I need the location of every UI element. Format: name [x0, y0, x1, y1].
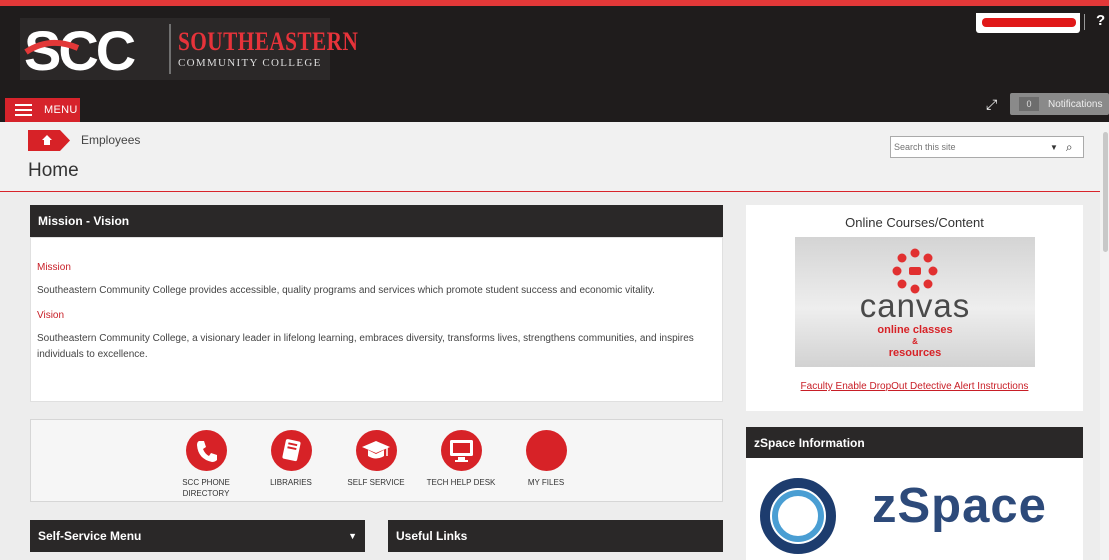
canvas-wordmark: canvas [859, 287, 971, 324]
canvas-tagline-1: online classes [877, 324, 953, 336]
book-icon [270, 430, 312, 471]
help-button[interactable]: ? [1096, 12, 1105, 29]
top-accent-line [0, 0, 1109, 6]
quick-link-tech-help-desk[interactable]: TECH HELP DESK [426, 430, 496, 488]
quick-link-label: SELF SERVICE [347, 478, 405, 487]
notifications-count: 0 [1019, 97, 1039, 111]
quick-link-label: SCC PHONE DIRECTORY [182, 478, 230, 498]
zspace-logo[interactable]: zSpace [756, 468, 1046, 560]
quick-link-phone-directory[interactable]: SCC PHONE DIRECTORY [171, 430, 241, 499]
quick-link-my-files[interactable]: MY FILES [511, 430, 581, 488]
hamburger-icon [15, 104, 32, 116]
scc-logo-mark: SCC [24, 19, 171, 80]
canvas-image[interactable]: canvas online classes & resources [795, 237, 1035, 367]
zspace-panel-header: zSpace Information [746, 427, 1083, 458]
expand-icon[interactable]: ⤢ [986, 96, 997, 113]
logo-letters: SCC [24, 19, 135, 80]
home-icon[interactable] [28, 130, 70, 151]
mission-heading: Mission [37, 262, 71, 273]
graduation-cap-icon [355, 430, 397, 471]
menu-button[interactable]: MENU [5, 98, 80, 122]
online-courses-title: Online Courses/Content [845, 215, 984, 230]
useful-links-title: Useful Links [396, 529, 468, 543]
search-input[interactable] [894, 142, 1044, 152]
quick-link-libraries[interactable]: LIBRARIES [256, 430, 326, 488]
phone-icon [185, 430, 227, 471]
menu-label: MENU [44, 104, 78, 116]
zspace-panel-title: zSpace Information [754, 435, 865, 450]
chevron-down-icon[interactable]: ▼ [348, 531, 357, 541]
self-service-menu-title: Self-Service Menu [38, 529, 142, 543]
mission-panel: Mission Southeastern Community College p… [30, 237, 723, 402]
vision-heading: Vision [37, 310, 65, 321]
quick-link-label: MY FILES [527, 478, 565, 487]
zspace-wordmark: zSpace [872, 479, 1047, 533]
zspace-ring-icon [760, 478, 836, 554]
search-icon[interactable]: ⌕ [1066, 140, 1073, 155]
page-title: Home [28, 160, 79, 181]
scrollbar-thumb[interactable] [1103, 132, 1108, 252]
self-service-menu-header[interactable]: Self-Service Menu ▼ [30, 520, 365, 552]
college-name: SOUTHEASTERN [178, 27, 359, 56]
quick-link-label: TECH HELP DESK [426, 478, 496, 487]
notifications-label: Notifications [1048, 98, 1103, 110]
quick-link-label: LIBRARIES [270, 478, 312, 487]
my-files-icon [525, 430, 567, 471]
online-courses-card: Online Courses/Content canvas online cla… [746, 205, 1083, 411]
faculty-dropout-detective-link[interactable]: Faculty Enable DropOut Detective Alert I… [746, 381, 1083, 392]
canvas-tagline-amp: & [912, 337, 918, 346]
site-search[interactable]: ▼ ⌕ [890, 136, 1084, 158]
mission-panel-title: Mission - Vision [38, 214, 130, 228]
search-dropdown-icon[interactable]: ▼ [1050, 143, 1058, 152]
notifications-button[interactable]: 0 Notifications [1010, 93, 1109, 115]
mission-panel-header: Mission - Vision [30, 205, 723, 237]
redacted-username [982, 18, 1076, 27]
zspace-card: zSpace [746, 458, 1083, 560]
canvas-tagline-2: resources [888, 347, 942, 359]
useful-links-header: Useful Links [388, 520, 723, 552]
quick-link-self-service[interactable]: SELF SERVICE [341, 430, 411, 488]
college-logo[interactable]: SCC SOUTHEASTERN COMMUNITY COLLEGE [20, 18, 358, 80]
vision-text: Southeastern Community College, a vision… [37, 333, 694, 360]
quick-links-panel: SCC PHONE DIRECTORY LIBRARIES SELF SERVI… [30, 419, 723, 502]
mission-text: Southeastern Community College provides … [37, 285, 655, 296]
breadcrumb-employees[interactable]: Employees [81, 133, 140, 147]
user-account-box[interactable] [976, 13, 1080, 33]
divider [1084, 14, 1085, 30]
monitor-icon [440, 430, 482, 471]
college-subtitle: COMMUNITY COLLEGE [178, 57, 322, 69]
